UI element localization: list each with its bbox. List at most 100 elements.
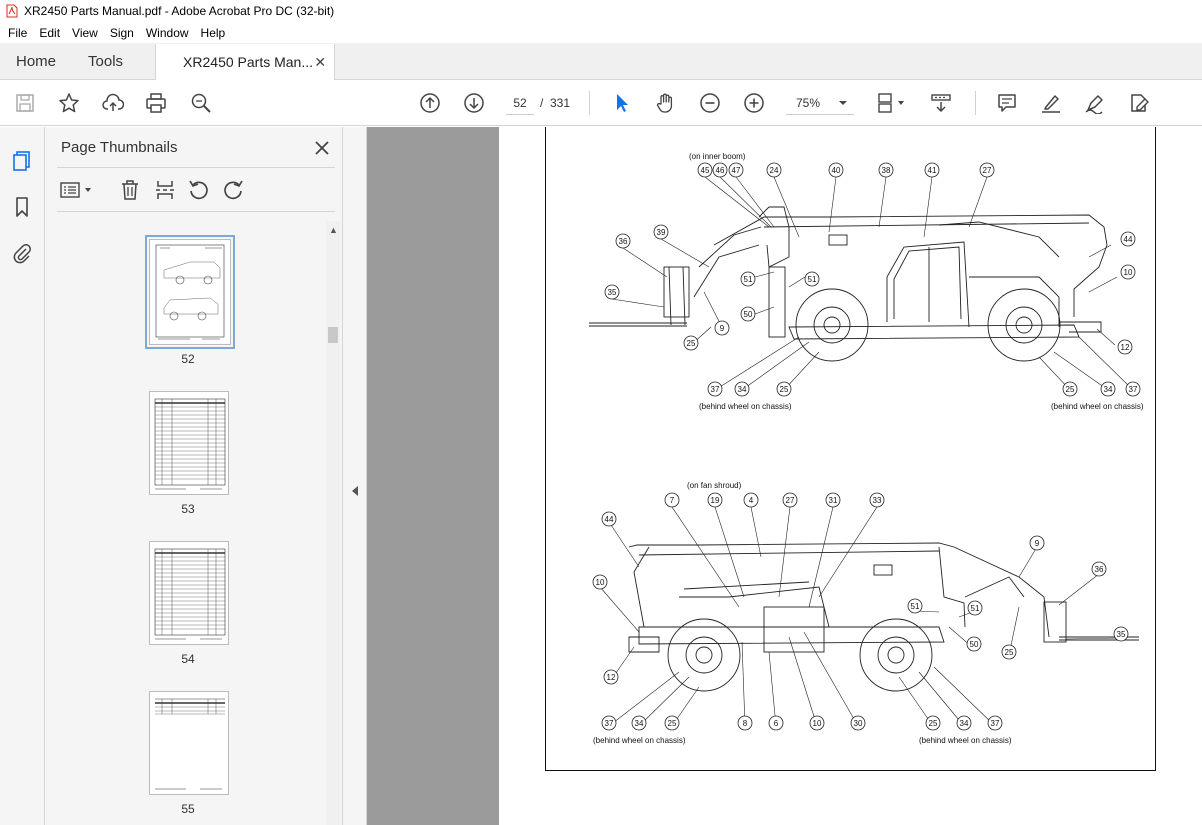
svg-text:44: 44	[1124, 235, 1133, 244]
svg-text:37: 37	[991, 719, 1000, 728]
bottom-callout-34: 34	[631, 715, 647, 731]
zoom-level-select[interactable]: 75%	[786, 91, 854, 115]
svg-text:25: 25	[668, 719, 677, 728]
menu-view[interactable]: View	[66, 26, 104, 40]
close-tab-icon[interactable]: ✕	[314, 54, 326, 71]
thumbnail-label: 53	[181, 502, 195, 516]
zoom-in-icon[interactable]	[742, 91, 766, 115]
bottom-callout-36: 36	[1091, 561, 1107, 577]
page-fit-icon[interactable]	[874, 91, 908, 115]
hand-pan-icon[interactable]	[654, 91, 678, 115]
top-callout-39: 39	[653, 224, 669, 240]
select-cursor-icon[interactable]	[610, 91, 634, 115]
thumbnail-preview-image	[154, 548, 226, 640]
tab-tools[interactable]: Tools	[72, 43, 139, 79]
page-thumbnail-52[interactable]	[145, 235, 235, 349]
bottom-callout-19: 19	[707, 492, 723, 508]
top-callout-37: 37	[1125, 381, 1141, 397]
menu-file[interactable]: File	[2, 26, 33, 40]
scroll-up-arrow-icon[interactable]: ▲	[329, 225, 338, 235]
page-thumbnail-53[interactable]	[149, 391, 229, 495]
svg-text:25: 25	[687, 339, 696, 348]
note-behind-wheel-left: (behind wheel on chassis)	[699, 402, 792, 411]
top-callout-34: 34	[1100, 381, 1116, 397]
svg-text:9: 9	[1035, 539, 1040, 548]
acrobat-logo-icon	[6, 4, 18, 18]
tab-home[interactable]: Home	[0, 43, 72, 79]
bottom-callout-25: 25	[664, 715, 680, 731]
bottom-callout-34: 34	[956, 715, 972, 731]
save-icon[interactable]	[13, 91, 37, 115]
tab-document[interactable]: XR2450 Parts Man... ✕	[155, 44, 336, 80]
top-callout-41: 41	[924, 162, 940, 178]
menu-help[interactable]: Help	[195, 26, 232, 40]
star-icon[interactable]	[57, 91, 81, 115]
bottom-callout-7: 7	[664, 492, 680, 508]
attachment-paperclip-icon[interactable]	[10, 241, 34, 265]
toolbar-divider	[975, 91, 976, 115]
page-thumbnails-panel: Page Thumbnails 52 53 54 55 ▲	[45, 127, 343, 825]
panel-title: Page Thumbnails	[61, 139, 178, 156]
thumbnail-options-icon[interactable]	[59, 179, 95, 201]
svg-text:51: 51	[744, 275, 753, 284]
menu-sign[interactable]: Sign	[104, 26, 140, 40]
svg-text:36: 36	[1095, 565, 1104, 574]
scrollbar-thumb[interactable]	[328, 327, 338, 343]
bottom-callout-50: 50	[966, 636, 982, 652]
rotate-counterclockwise-icon[interactable]	[187, 179, 211, 201]
edit-pdf-icon[interactable]	[1127, 91, 1151, 115]
bottom-callout-25: 25	[1001, 644, 1017, 660]
tab-bar: Home Tools XR2450 Parts Man... ✕	[0, 43, 1202, 80]
top-callout-46: 46	[712, 162, 728, 178]
collapse-arrow-icon	[352, 486, 358, 496]
top-callout-27: 27	[979, 162, 995, 178]
top-callout-25: 25	[1062, 381, 1078, 397]
previous-page-icon[interactable]	[418, 91, 442, 115]
thumbnails-scrollbar[interactable]: ▲	[326, 221, 340, 825]
close-panel-icon[interactable]	[313, 139, 331, 157]
chevron-down-icon	[839, 100, 847, 105]
bottom-callout-6: 6	[768, 715, 784, 731]
svg-text:25: 25	[780, 385, 789, 394]
delete-page-icon[interactable]	[118, 179, 142, 201]
insert-page-icon[interactable]	[153, 179, 177, 201]
page-thumbnails-icon[interactable]	[10, 149, 34, 173]
page-number-input[interactable]	[506, 91, 534, 115]
svg-text:33: 33	[873, 496, 882, 505]
note-on-fan-shroud: (on fan shroud)	[687, 481, 742, 490]
top-callout-25: 25	[776, 381, 792, 397]
zoom-out-icon[interactable]	[698, 91, 722, 115]
note-behind-wheel-right: (behind wheel on chassis)	[1051, 402, 1144, 411]
svg-text:9: 9	[720, 324, 725, 333]
telehandler-right-side-drawing	[628, 542, 1139, 692]
next-page-icon[interactable]	[462, 91, 486, 115]
zoom-search-icon[interactable]	[189, 91, 213, 115]
bookmark-icon[interactable]	[10, 195, 34, 219]
page-thumbnail-54[interactable]	[149, 541, 229, 645]
top-callout-50: 50	[740, 306, 756, 322]
scroll-mode-icon[interactable]	[929, 91, 953, 115]
panel-collapse-handle[interactable]	[343, 127, 367, 825]
top-callout-9: 9	[714, 320, 730, 336]
upload-cloud-icon[interactable]	[101, 91, 125, 115]
thumbnail-preview-image	[155, 244, 225, 340]
document-viewer[interactable]: (on inner boom) (behind wheel on chassis…	[367, 127, 1202, 825]
comment-icon[interactable]	[995, 91, 1019, 115]
top-callout-37: 37	[707, 381, 723, 397]
fill-sign-icon[interactable]	[1083, 91, 1107, 115]
total-pages: 331	[550, 96, 571, 110]
menu-window[interactable]: Window	[140, 26, 195, 40]
panel-divider	[57, 211, 335, 212]
rotate-clockwise-icon[interactable]	[221, 179, 245, 201]
svg-text:46: 46	[716, 166, 725, 175]
svg-text:41: 41	[928, 166, 937, 175]
bottom-callout-8: 8	[737, 715, 753, 731]
print-icon[interactable]	[144, 91, 168, 115]
top-callout-10: 10	[1120, 264, 1136, 280]
svg-text:47: 47	[732, 166, 741, 175]
svg-text:51: 51	[971, 604, 980, 613]
highlight-pen-icon[interactable]	[1039, 91, 1063, 115]
svg-text:30: 30	[854, 719, 863, 728]
page-thumbnail-55[interactable]	[149, 691, 229, 795]
menu-edit[interactable]: Edit	[33, 26, 66, 40]
